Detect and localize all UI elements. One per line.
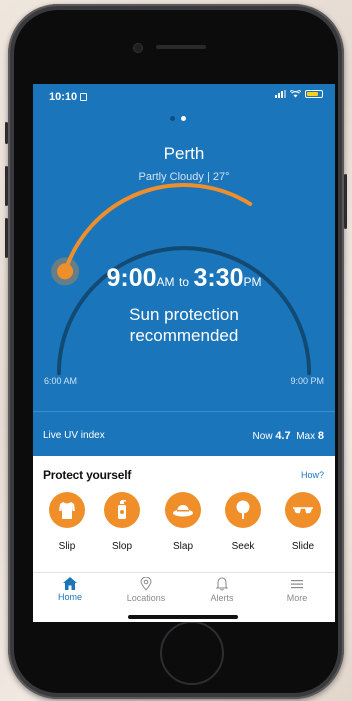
protection-time-range: 9:00AM to 3:30PM: [33, 264, 335, 293]
end-time: 3:30: [193, 264, 244, 292]
action-label: Slide: [291, 541, 315, 552]
front-camera: [133, 43, 143, 53]
menu-icon: [291, 580, 303, 589]
uv-now-value: 4.7: [275, 430, 291, 442]
hat-icon: [165, 492, 201, 528]
tab-label: Alerts: [210, 593, 234, 603]
action-slop[interactable]: Slop: [96, 492, 148, 552]
home-hardware-button[interactable]: [160, 621, 224, 685]
tab-label: Locations: [126, 593, 166, 603]
how-link[interactable]: How?: [301, 470, 324, 480]
home-indicator: [128, 615, 238, 619]
day-end-label: 9:00 PM: [290, 376, 324, 386]
app-screen: 10:10 Perth Partly Cloudy | 27° 9:00AM t…: [33, 84, 335, 622]
protection-message: Sun protection recommended: [33, 304, 335, 346]
tab-label: More: [286, 593, 308, 603]
start-time: 9:00: [106, 264, 157, 292]
protect-title: Protect yourself: [43, 468, 132, 482]
action-label: Seek: [231, 541, 255, 552]
action-slip[interactable]: Slip: [41, 492, 93, 552]
tab-more[interactable]: More: [267, 577, 327, 603]
action-label: Slap: [172, 541, 193, 552]
sunglasses-icon: [285, 492, 321, 528]
start-suffix: AM: [156, 275, 175, 289]
protection-message-line1: Sun protection: [129, 305, 239, 324]
power-button: [344, 174, 347, 229]
uv-max-label: Max: [296, 431, 316, 442]
uv-values: Now 4.7 Max 8: [253, 430, 324, 442]
earpiece-speaker: [156, 45, 206, 49]
bell-icon: [216, 577, 228, 591]
uv-max-value: 8: [317, 430, 324, 442]
action-label: Slip: [58, 541, 76, 552]
tab-label: Home: [57, 592, 82, 602]
sun-arc: [51, 183, 312, 376]
mute-switch: [5, 122, 8, 144]
protection-message-line2: recommended: [129, 326, 239, 345]
action-slide[interactable]: Slide: [277, 492, 329, 552]
action-seek[interactable]: Seek: [217, 492, 269, 552]
shirt-icon: [49, 492, 85, 528]
divider: [33, 411, 335, 412]
action-slap[interactable]: Slap: [157, 492, 209, 552]
tab-locations[interactable]: Locations: [116, 577, 176, 603]
tab-bar: Home Locations Alerts More: [33, 572, 335, 611]
volume-down-button: [5, 218, 8, 258]
tree-icon: [225, 492, 261, 528]
location-pin-icon: [140, 577, 152, 591]
home-icon: [63, 577, 77, 590]
tab-home[interactable]: Home: [40, 577, 100, 602]
day-start-label: 6:00 AM: [44, 376, 78, 386]
tab-alerts[interactable]: Alerts: [192, 577, 252, 603]
end-suffix: PM: [243, 275, 262, 289]
volume-up-button: [5, 166, 8, 206]
time-connector: to: [178, 275, 189, 289]
sunscreen-icon: [104, 492, 140, 528]
uv-now-label: Now: [252, 431, 273, 442]
uv-label: Live UV index: [43, 430, 105, 441]
action-label: Slop: [111, 541, 132, 552]
